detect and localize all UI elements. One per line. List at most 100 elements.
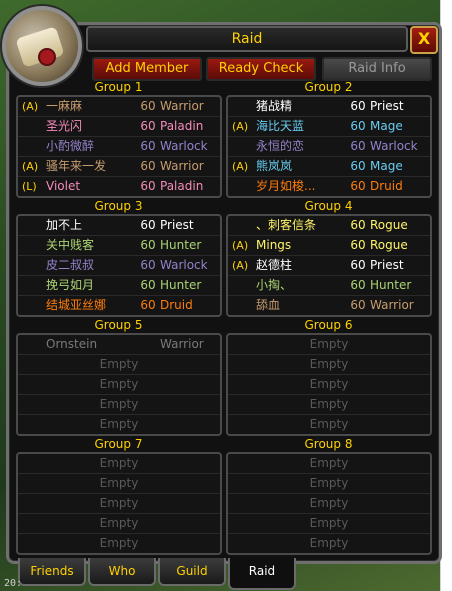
raid-member-slot[interactable]: (A) Mings 60 Rogue [228, 236, 430, 256]
group-box: (A) 一麻麻 60 Warrior 圣光闪 60 Paladin 小酌微醉 60 Warlock… [16, 95, 222, 198]
raid-member-slot[interactable]: (A) 一麻麻 60 Warrior [18, 97, 220, 117]
raid-member-slot[interactable]: Empty [18, 454, 220, 474]
member-name: 骚年来一发 [46, 159, 107, 173]
empty-slot-label: Empty [99, 496, 139, 510]
member-name: 熊岚岚 [256, 159, 293, 173]
member-name: 关中贱客 [46, 238, 95, 252]
group-box: Empty Empty Empty Empty Empty [226, 333, 432, 436]
raid-member-slot[interactable]: 挽弓如月 60 Hunter [18, 276, 220, 296]
group-title: Group 7 [94, 437, 143, 451]
empty-slot-label: Empty [309, 536, 349, 550]
member-role-tag: (A) [22, 160, 39, 173]
raid-member-slot[interactable]: Empty [228, 395, 430, 415]
raid-member-slot[interactable]: 小酌微醉 60 Warlock [18, 137, 220, 157]
member-level: 60 [350, 298, 366, 312]
member-name: 小酌微醉 [46, 139, 95, 153]
member-class: Mage [370, 159, 403, 173]
raid-member-slot[interactable]: Empty [228, 474, 430, 494]
member-class: Warrior [370, 298, 414, 312]
member-name: 一麻麻 [46, 99, 83, 113]
raid-member-slot[interactable]: Empty [228, 355, 430, 375]
raid-member-slot[interactable]: 加不上 60 Priest [18, 216, 220, 236]
member-class: Warrior [160, 337, 204, 351]
member-level: 60 [140, 258, 156, 272]
raid-member-slot[interactable]: Empty [228, 534, 430, 553]
raid-member-slot[interactable]: Empty [228, 375, 430, 395]
empty-slot-label: Empty [309, 397, 349, 411]
member-name: 岁月如梭... [256, 179, 316, 193]
empty-slot-label: Empty [99, 397, 139, 411]
raid-member-slot[interactable]: (L) Violet 60 Paladin [18, 177, 220, 196]
tab-friends[interactable]: Friends [18, 558, 86, 586]
raid-member-slot[interactable]: 猪战精 60 Priest [228, 97, 430, 117]
tab-who[interactable]: Who [88, 558, 156, 586]
raid-member-slot[interactable]: Empty [18, 355, 220, 375]
member-name: 赵德柱 [256, 258, 293, 272]
raid-member-slot[interactable]: Ornstein Warrior [18, 335, 220, 355]
raid-member-slot[interactable]: Empty [18, 375, 220, 395]
member-class: Druid [160, 298, 193, 312]
raid-member-slot[interactable]: 岁月如梭... 60 Druid [228, 177, 430, 196]
empty-slot-label: Empty [309, 456, 349, 470]
raid-member-slot[interactable]: (A) 骚年来一发 60 Warrior [18, 157, 220, 177]
raid-member-slot[interactable]: Empty [18, 534, 220, 553]
group-box: 加不上 60 Priest 关中贱客 60 Hunter 皮二叔叔 60 Warlock 挽弓如月… [16, 214, 222, 317]
member-role-tag: (A) [232, 120, 249, 133]
member-class: Warlock [160, 258, 208, 272]
member-class: Warlock [160, 139, 208, 153]
group-title: Group 5 [94, 318, 143, 332]
member-level: 60 [140, 218, 156, 232]
raid-member-slot[interactable]: 结城亚丝娜 60 Druid [18, 296, 220, 315]
member-class: Mage [370, 119, 403, 133]
raid-member-slot[interactable]: Empty [228, 494, 430, 514]
empty-slot-label: Empty [309, 337, 349, 351]
member-class: Paladin [160, 179, 204, 193]
add-member-button[interactable]: Add Member [92, 57, 202, 81]
tab-raid[interactable]: Raid [228, 558, 296, 590]
group-title: Group 6 [304, 318, 353, 332]
raid-member-slot[interactable]: (A) 熊岚岚 60 Mage [228, 157, 430, 177]
group-title: Group 1 [94, 80, 143, 94]
empty-slot-label: Empty [309, 417, 349, 431]
member-name: 永恒的恋 [256, 139, 305, 153]
raid-member-slot[interactable]: Empty [18, 395, 220, 415]
empty-slot-label: Empty [99, 456, 139, 470]
member-class: Priest [370, 99, 404, 113]
window-title: Raid [86, 26, 408, 52]
tab-guild[interactable]: Guild [158, 558, 226, 586]
raid-member-slot[interactable]: 圣光闪 60 Paladin [18, 117, 220, 137]
raid-member-slot[interactable]: Empty [18, 514, 220, 534]
member-role-tag: (A) [232, 239, 249, 252]
member-level: 60 [350, 139, 366, 153]
raid-member-slot[interactable]: Empty [18, 494, 220, 514]
raid-member-slot[interactable]: 、刺客信条 60 Rogue [228, 216, 430, 236]
member-level: 60 [350, 159, 366, 173]
member-name: 猪战精 [256, 99, 293, 113]
raid-member-slot[interactable]: 舔血 60 Warrior [228, 296, 430, 315]
empty-slot-label: Empty [99, 417, 139, 431]
member-name: 舔血 [256, 298, 281, 312]
ready-check-button[interactable]: Ready Check [206, 57, 316, 81]
raid-member-slot[interactable]: Empty [228, 514, 430, 534]
member-name: 结城亚丝娜 [46, 298, 107, 312]
raid-member-slot[interactable]: Empty [18, 415, 220, 434]
raid-member-slot[interactable]: Empty [228, 335, 430, 355]
group-box: 猪战精 60 Priest (A) 海比天蓝 60 Mage 永恒的恋 60 Warlock (A)… [226, 95, 432, 198]
member-class: Priest [160, 218, 194, 232]
raid-member-slot[interactable]: 关中贱客 60 Hunter [18, 236, 220, 256]
raid-member-slot[interactable]: 皮二叔叔 60 Warlock [18, 256, 220, 276]
raid-info-button[interactable]: Raid Info [322, 57, 432, 81]
close-button[interactable]: X [410, 26, 438, 54]
raid-member-slot[interactable]: (A) 海比天蓝 60 Mage [228, 117, 430, 137]
raid-member-slot[interactable]: (A) 赵德柱 60 Priest [228, 256, 430, 276]
raid-member-slot[interactable]: 小掏、 60 Hunter [228, 276, 430, 296]
raid-member-slot[interactable]: 永恒的恋 60 Warlock [228, 137, 430, 157]
member-level: 60 [350, 238, 366, 252]
member-level: 60 [350, 179, 366, 193]
member-class: Hunter [160, 238, 202, 252]
raid-member-slot[interactable]: Empty [228, 415, 430, 434]
member-class: Rogue [370, 238, 408, 252]
member-level: 60 [350, 258, 366, 272]
raid-member-slot[interactable]: Empty [228, 454, 430, 474]
raid-member-slot[interactable]: Empty [18, 474, 220, 494]
